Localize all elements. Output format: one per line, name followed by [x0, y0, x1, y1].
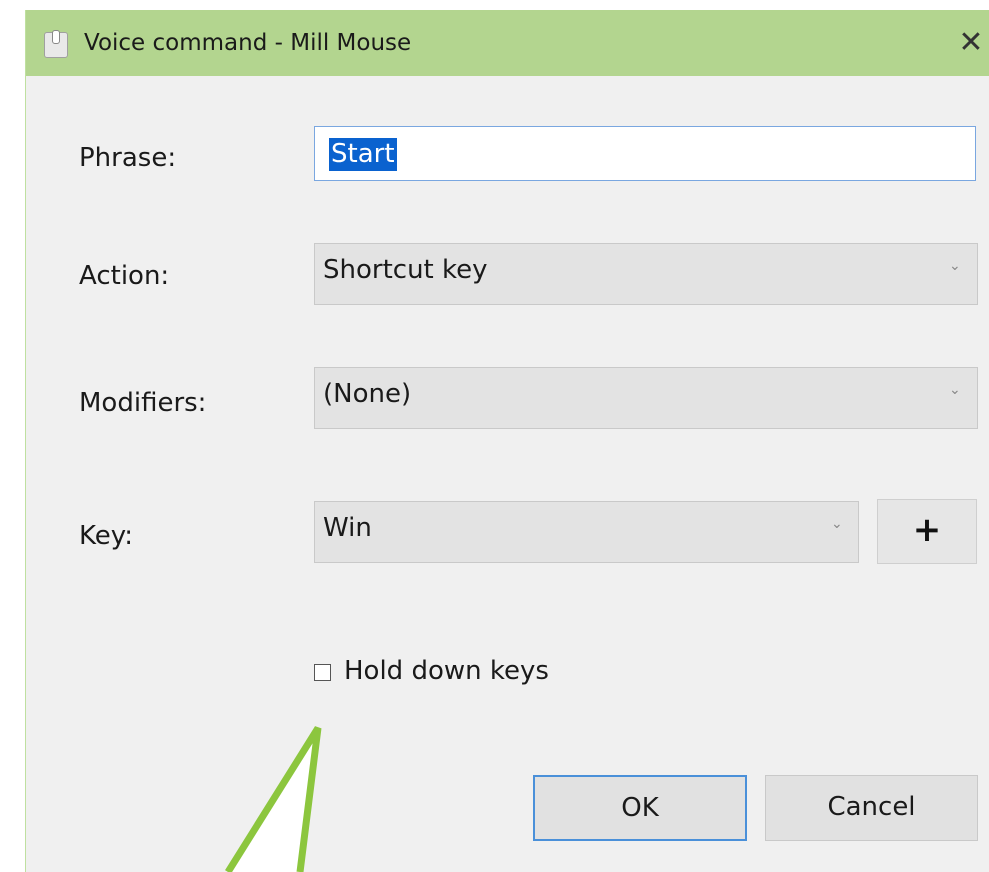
chevron-down-icon: ⌄ [949, 258, 961, 274]
mouse-app-icon [44, 30, 68, 58]
ok-button[interactable]: OK [533, 775, 747, 841]
key-label: Key: [79, 521, 134, 551]
hold-down-keys-label: Hold down keys [344, 656, 549, 686]
action-label: Action: [79, 261, 170, 291]
action-dropdown-value: Shortcut key [323, 255, 488, 285]
chevron-down-icon: ⌄ [831, 516, 843, 532]
hold-down-keys-checkbox[interactable] [314, 664, 331, 681]
modifiers-label: Modifiers: [79, 388, 207, 418]
modifiers-dropdown-value: (None) [323, 379, 412, 409]
action-dropdown[interactable]: Shortcut key ⌄ [314, 243, 978, 305]
key-dropdown[interactable]: Win ⌄ [314, 501, 859, 563]
voice-command-dialog: Voice command - Mill Mouse ✕ Phrase: Sta… [25, 10, 989, 872]
phrase-input-value: Start [329, 138, 397, 171]
cancel-button[interactable]: Cancel [765, 775, 978, 841]
title-bar[interactable]: Voice command - Mill Mouse ✕ [26, 10, 989, 76]
phrase-input[interactable]: Start [314, 126, 976, 181]
window-title: Voice command - Mill Mouse [84, 30, 412, 56]
add-key-button[interactable]: + [877, 499, 977, 564]
chevron-down-icon: ⌄ [949, 382, 961, 398]
phrase-label: Phrase: [79, 143, 177, 173]
modifiers-dropdown[interactable]: (None) ⌄ [314, 367, 978, 429]
close-button[interactable]: ✕ [954, 26, 988, 60]
key-dropdown-value: Win [323, 513, 372, 543]
